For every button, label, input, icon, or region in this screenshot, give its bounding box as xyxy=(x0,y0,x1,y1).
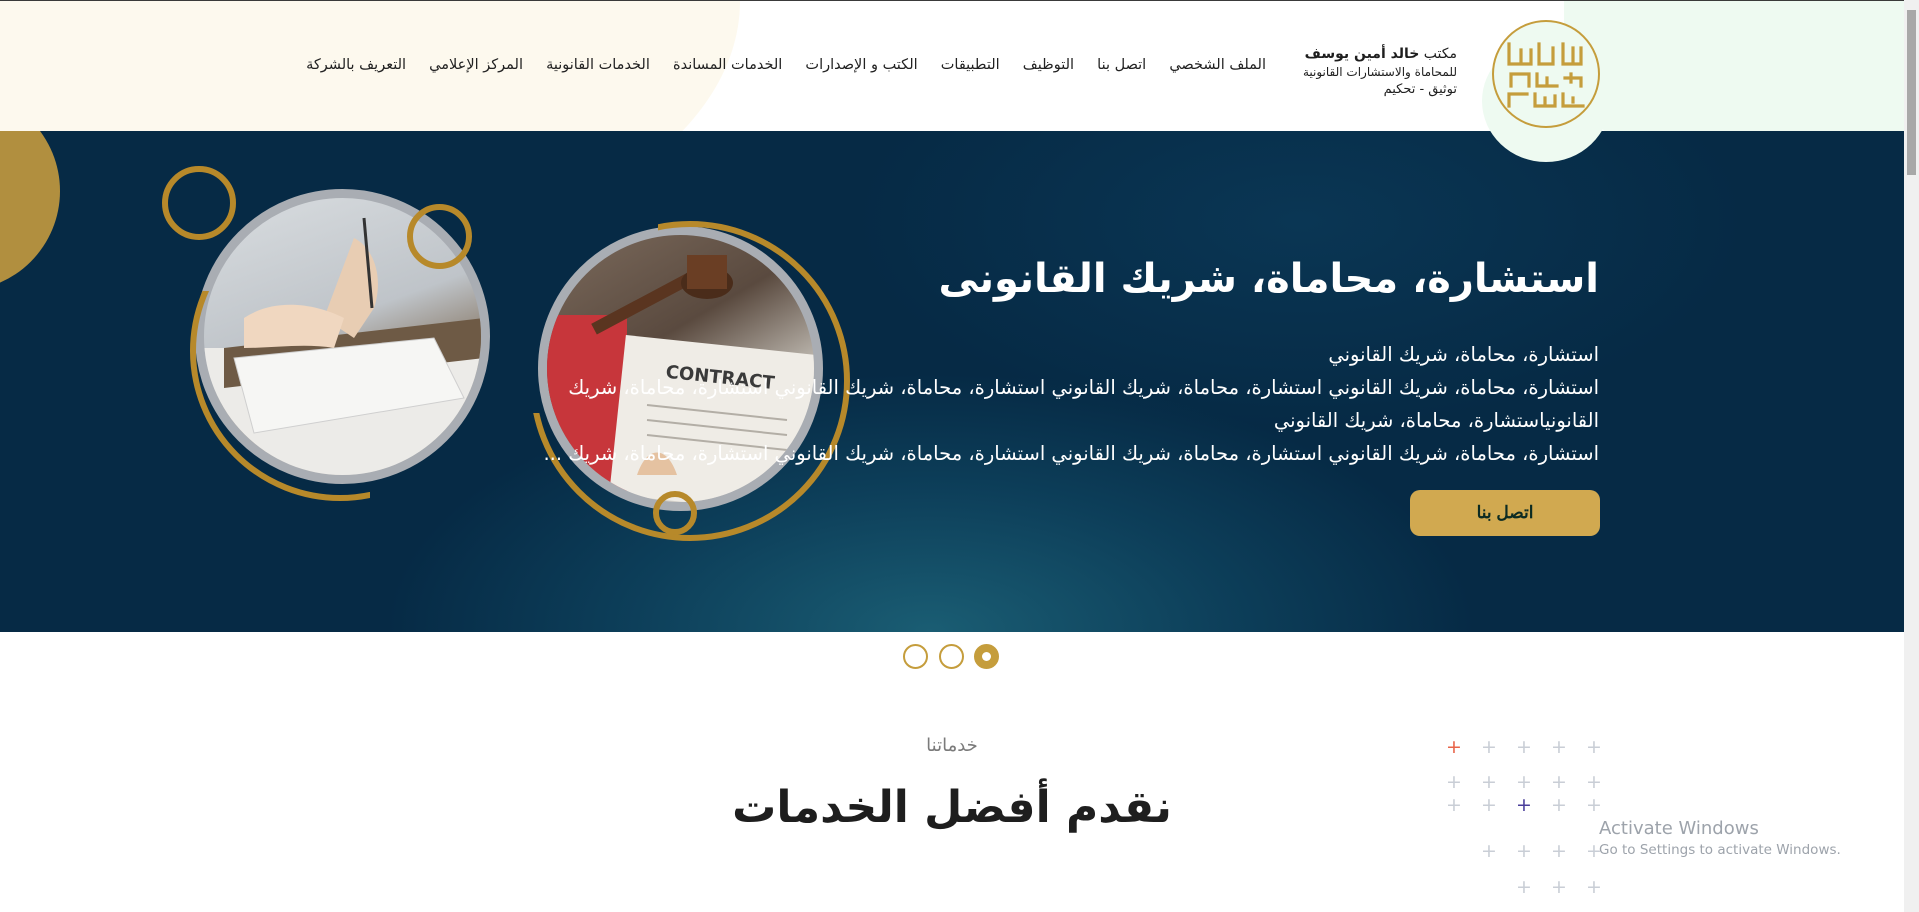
nav-item-apps[interactable]: التطبيقات xyxy=(941,57,1000,73)
nav-item-contact[interactable]: اتصل بنا xyxy=(1097,57,1146,73)
plus-icon: + xyxy=(1516,771,1532,793)
hero-line-4: استشارة، محاماة، شريك القانوني استشارة، … xyxy=(543,442,1599,465)
decor-ring-small xyxy=(162,166,236,240)
watermark-line-2: Go to Settings to activate Windows. xyxy=(1599,842,1841,858)
brand-name: مكتب خالد أمين يوسف xyxy=(1304,46,1457,62)
nav-item-support-services[interactable]: الخدمات المساندة xyxy=(673,57,782,73)
brand-services: توثيق - تحكيم xyxy=(1383,82,1457,97)
nav-item-books[interactable]: الكتب و الإصدارات xyxy=(805,57,917,73)
decor-ring-bottom xyxy=(653,491,697,535)
nav-item-about[interactable]: التعريف بالشركة xyxy=(306,57,406,73)
decor-blob xyxy=(0,131,60,291)
page: التعريف بالشركة المركز الإعلامي الخدمات … xyxy=(0,0,1919,912)
plus-icon: + xyxy=(1516,876,1532,898)
hero-line-3: القانونياستشارة، محاماة، شريك القانوني xyxy=(1273,409,1599,432)
plus-icon: + xyxy=(1551,736,1567,758)
plus-icon: + xyxy=(1586,771,1602,793)
windows-activation-watermark: Activate Windows Go to Settings to activ… xyxy=(1599,817,1841,860)
slider-dot-3[interactable] xyxy=(974,644,999,669)
plus-icon: + xyxy=(1481,771,1497,793)
plus-icon: + xyxy=(1481,794,1497,816)
main-nav: التعريف بالشركة المركز الإعلامي الخدمات … xyxy=(306,57,1266,73)
plus-icon: + xyxy=(1481,840,1497,862)
plus-icon: + xyxy=(1551,771,1567,793)
plus-icon: + xyxy=(1446,736,1462,758)
plus-icon: + xyxy=(1446,771,1462,793)
brand-block[interactable]: مكتب خالد أمين يوسف للمحاماة والاستشارات… xyxy=(1303,45,1457,99)
calligraphy-logo-icon xyxy=(1507,42,1585,108)
hero-line-1: استشارة، محاماة، شريك القانوني xyxy=(1328,343,1599,366)
plus-icon: + xyxy=(1551,794,1567,816)
plus-icon: + xyxy=(1516,736,1532,758)
plus-icon: + xyxy=(1551,840,1567,862)
services-subtitle: خدماتنا xyxy=(926,735,978,756)
site-header: التعريف بالشركة المركز الإعلامي الخدمات … xyxy=(0,0,1904,131)
hero-line-2: استشارة، محاماة، شريك القانوني استشارة، … xyxy=(568,376,1599,399)
plus-icon: + xyxy=(1551,876,1567,898)
decor-ring-medium xyxy=(407,204,472,269)
hero-title: استشارة، محاماة، شريك القانونى xyxy=(938,256,1599,302)
plus-icon: + xyxy=(1586,876,1602,898)
watermark-line-1: Activate Windows xyxy=(1599,818,1759,839)
logo-emblem[interactable]: يوسف أمين خالد xyxy=(1492,20,1600,128)
brand-tagline: للمحاماة والاستشارات القانونية xyxy=(1302,65,1457,79)
slider-dot-2[interactable] xyxy=(939,644,964,669)
plus-icon: + xyxy=(1516,840,1532,862)
scrollbar-thumb[interactable] xyxy=(1907,10,1916,175)
plus-icon: + xyxy=(1516,794,1532,816)
nav-item-profile[interactable]: الملف الشخصي xyxy=(1169,57,1266,73)
hero-slider: CONTRACT استشارة، محاماة، شريك القانونى … xyxy=(0,131,1904,632)
header-decor-right xyxy=(1564,1,1904,131)
contact-us-button[interactable]: اتصل بنا xyxy=(1410,490,1600,536)
nav-item-legal-services[interactable]: الخدمات القانونية xyxy=(546,57,650,73)
plus-icon: + xyxy=(1586,736,1602,758)
nav-item-careers[interactable]: التوظيف xyxy=(1023,57,1074,73)
plus-icon: + xyxy=(1586,794,1602,816)
nav-item-media-center[interactable]: المركز الإعلامي xyxy=(429,57,523,73)
hero-description: استشارة، محاماة، شريك القانوني استشارة، … xyxy=(449,338,1599,470)
plus-icon: + xyxy=(1481,736,1497,758)
slider-dot-1[interactable] xyxy=(903,644,928,669)
plus-icon: + xyxy=(1446,794,1462,816)
